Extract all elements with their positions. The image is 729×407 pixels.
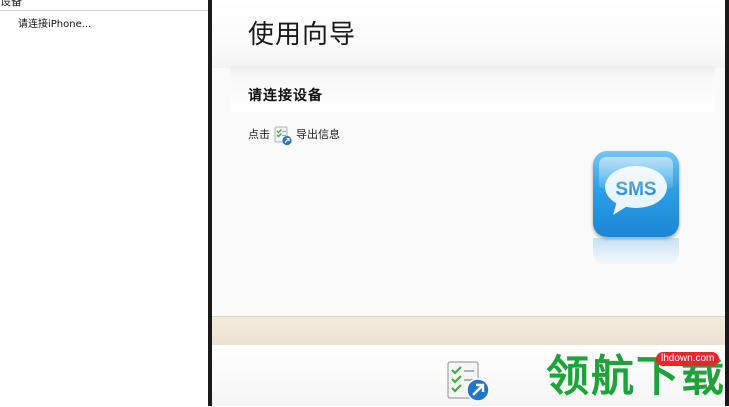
sms-icon-reflection bbox=[593, 238, 679, 266]
instruction-prefix: 点击 bbox=[248, 128, 270, 141]
device-panel-header: 设备 bbox=[0, 0, 208, 11]
watermark-url: lhdown.com bbox=[656, 352, 720, 366]
instruction-line: 点击 导出信息 bbox=[248, 124, 340, 146]
export-button[interactable] bbox=[446, 359, 492, 403]
section-heading: 请连接设备 bbox=[248, 88, 323, 104]
device-list-item[interactable]: 请连接iPhone... bbox=[18, 18, 91, 32]
page-title: 使用向导 bbox=[248, 20, 357, 50]
device-panel: 设备 请连接iPhone... bbox=[0, 0, 208, 406]
main-window-frame: 使用向导 请连接设备 点击 导出信息 bbox=[208, 0, 729, 406]
export-icon bbox=[447, 361, 490, 402]
sms-app-icon: SMS bbox=[593, 151, 679, 237]
watermark: 领航下载 lhdown.com bbox=[546, 350, 729, 406]
export-icon bbox=[273, 126, 293, 146]
instruction-suffix: 导出信息 bbox=[296, 128, 340, 141]
main-content: 使用向导 请连接设备 点击 导出信息 bbox=[212, 0, 725, 406]
status-strip bbox=[212, 316, 725, 346]
